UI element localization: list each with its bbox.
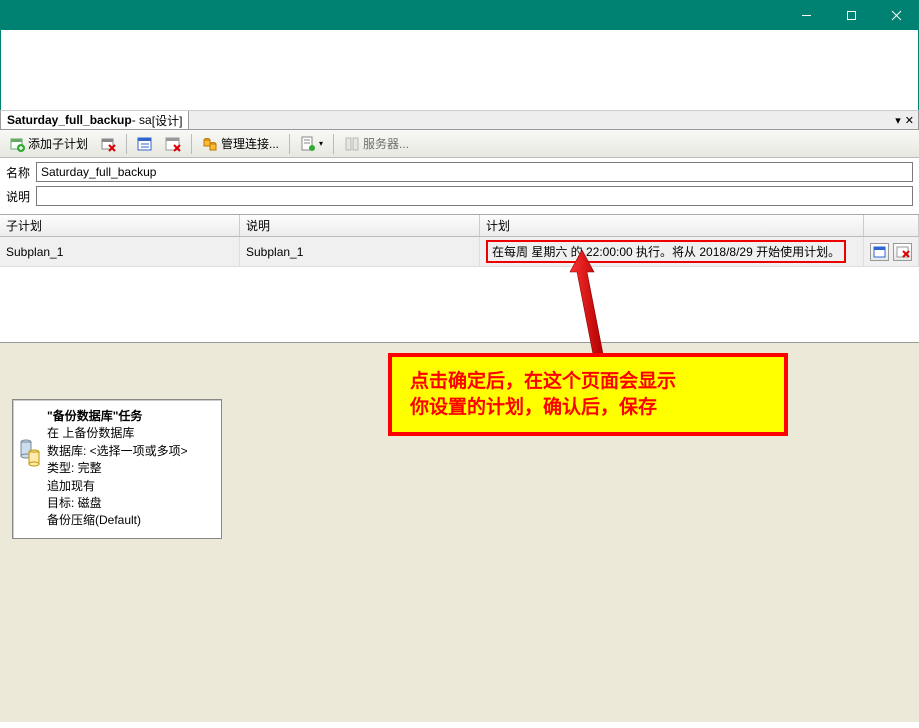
name-input[interactable]	[36, 162, 913, 182]
tab-title-mode: [设计]	[152, 112, 183, 129]
annotation-line2: 你设置的计划，确认后，保存	[410, 395, 766, 421]
cell-subplan: Subplan_1	[0, 237, 240, 266]
desc-input[interactable]	[36, 186, 913, 206]
backup-task-box[interactable]: "备份数据库"任务 在 上备份数据库 数据库: <选择一项或多项> 类型: 完整…	[12, 399, 222, 539]
window-titlebar	[0, 0, 919, 30]
backup-db-icon	[19, 438, 41, 468]
servers-label: 服务器...	[363, 135, 409, 152]
subplan-grid: 子计划 说明 计划 Subplan_1 Subplan_1 在每周 星期六 的 …	[0, 214, 919, 342]
delete-subplan-icon	[100, 136, 116, 152]
ribbon-placeholder	[0, 30, 919, 110]
task-text: "备份数据库"任务 在 上备份数据库 数据库: <选择一项或多项> 类型: 完整…	[47, 408, 213, 530]
minimize-button[interactable]	[784, 0, 829, 30]
report-button[interactable]: ▾	[295, 133, 328, 155]
task-line: 在 上备份数据库	[47, 425, 213, 442]
delete-schedule-button[interactable]	[893, 243, 912, 261]
name-label: 名称	[6, 164, 36, 181]
tab-title-user: - sa	[132, 113, 152, 127]
tab-close-icon[interactable]: ✕	[905, 114, 914, 127]
delete-subplan-button[interactable]	[95, 133, 121, 155]
header-subplan[interactable]: 子计划	[0, 215, 240, 236]
edit-schedule-button[interactable]	[870, 243, 889, 261]
header-desc[interactable]: 说明	[240, 215, 480, 236]
cell-desc: Subplan_1	[240, 237, 480, 266]
servers-button[interactable]: 服务器...	[339, 132, 414, 155]
desc-label: 说明	[6, 188, 36, 205]
add-subplan-label: 添加子计划	[28, 135, 88, 152]
task-line: 类型: 完整	[47, 460, 213, 477]
plan-form: 名称 说明	[0, 158, 919, 214]
manage-connections-label: 管理连接...	[221, 135, 279, 152]
task-line: 目标: 磁盘	[47, 495, 213, 512]
schedule-button[interactable]	[132, 133, 158, 155]
document-tab[interactable]: Saturday_full_backup - sa [设计]	[1, 111, 189, 129]
grid-row[interactable]: Subplan_1 Subplan_1 在每周 星期六 的 22:00:00 执…	[0, 237, 919, 267]
connections-icon	[202, 136, 218, 152]
add-subplan-icon	[9, 136, 25, 152]
document-tab-header: Saturday_full_backup - sa [设计] ▾ ✕	[0, 110, 919, 130]
cell-actions	[864, 237, 919, 266]
task-line: 数据库: <选择一项或多项>	[47, 443, 213, 460]
calendar-remove-icon	[165, 136, 181, 152]
remove-schedule-button[interactable]	[160, 133, 186, 155]
toolbar: 添加子计划 管理连接... ▾ 服务器...	[0, 130, 919, 158]
task-line: 追加现有	[47, 478, 213, 495]
maximize-button[interactable]	[829, 0, 874, 30]
task-icon-column	[19, 408, 41, 530]
manage-connections-button[interactable]: 管理连接...	[197, 132, 284, 155]
tab-dropdown-icon[interactable]: ▾	[895, 114, 901, 127]
annotation-arrow	[560, 250, 630, 360]
report-icon	[300, 136, 316, 152]
task-title: "备份数据库"任务	[47, 408, 213, 425]
header-actions	[864, 215, 919, 236]
tab-title-name: Saturday_full_backup	[7, 113, 132, 127]
add-subplan-button[interactable]: 添加子计划	[4, 132, 93, 155]
annotation-callout: 点击确定后，在这个页面会显示 你设置的计划，确认后，保存	[388, 353, 788, 436]
plan-text-highlight: 在每周 星期六 的 22:00:00 执行。将从 2018/8/29 开始使用计…	[486, 240, 846, 263]
grid-header-row: 子计划 说明 计划	[0, 215, 919, 237]
close-button[interactable]	[874, 0, 919, 30]
grid-empty-area	[0, 267, 919, 342]
calendar-icon	[137, 136, 153, 152]
cell-plan: 在每周 星期六 的 22:00:00 执行。将从 2018/8/29 开始使用计…	[480, 237, 864, 266]
dropdown-arrow-icon: ▾	[319, 139, 323, 148]
annotation-line1: 点击确定后，在这个页面会显示	[410, 369, 766, 395]
header-plan[interactable]: 计划	[480, 215, 864, 236]
servers-icon	[344, 136, 360, 152]
task-line: 备份压缩(Default)	[47, 512, 213, 529]
